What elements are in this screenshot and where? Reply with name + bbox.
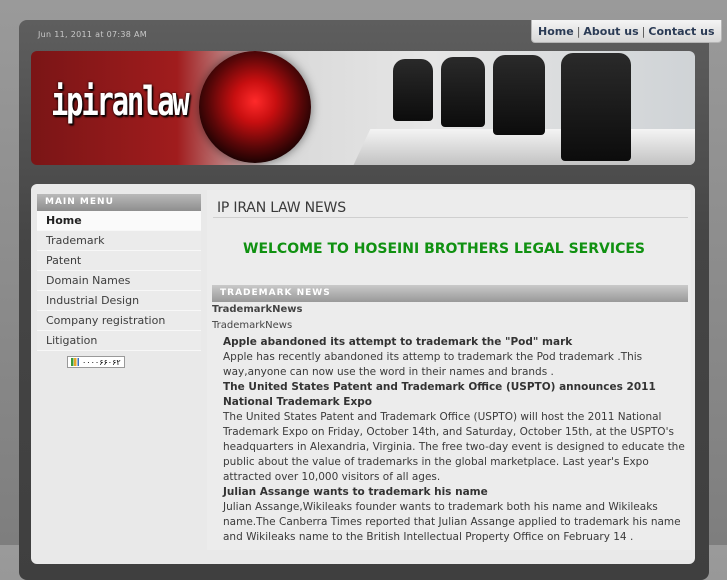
bar-chart-icon	[71, 358, 79, 366]
menu-item-litigation[interactable]: Litigation	[37, 331, 201, 351]
menu-item-home[interactable]: Home	[37, 211, 201, 231]
banner-chair-graphic	[441, 57, 485, 127]
trademark-news-header: TRADEMARK NEWS	[212, 285, 688, 302]
nav-about-link[interactable]: About us	[583, 25, 638, 38]
banner-chair-graphic	[493, 55, 545, 135]
menu-item-patent[interactable]: Patent	[37, 251, 201, 271]
nav-home-link[interactable]: Home	[538, 25, 574, 38]
menu-item-trademark[interactable]: Trademark	[37, 231, 201, 251]
news-source-label[interactable]: TrademarkNews	[212, 304, 302, 315]
main-menu-title: MAIN MENU	[37, 194, 201, 211]
article-body: The United States Patent and Trademark O…	[223, 411, 685, 483]
visitor-count: ۰۰۰۰۶۶۰۶۲	[82, 357, 121, 367]
banner-chair-graphic	[561, 53, 631, 161]
welcome-heading: WELCOME TO HOSEINI BROTHERS LEGAL SERVIC…	[243, 241, 645, 257]
article-heading[interactable]: The United States Patent and Trademark O…	[223, 380, 686, 410]
page-title: IP IRAN LAW NEWS	[217, 200, 346, 216]
date-text: Jun 11, 2011 at 07:38 AM	[38, 30, 147, 39]
main-menu: MAIN MENU Home Trademark Patent Domain N…	[37, 194, 201, 370]
news-list: Apple abandoned its attempt to trademark…	[223, 335, 686, 545]
article-heading[interactable]: Julian Assange wants to trademark his na…	[223, 485, 686, 500]
menu-item-company-registration[interactable]: Company registration	[37, 311, 201, 331]
article-heading[interactable]: Apple abandoned its attempt to trademark…	[223, 335, 686, 350]
globe-graphic	[199, 51, 311, 163]
top-nav: Home | About us | Contact us	[531, 20, 722, 43]
visitor-counter: ۰۰۰۰۶۶۰۶۲	[67, 356, 125, 368]
nav-contact-link[interactable]: Contact us	[648, 25, 714, 38]
header-banner: ipiranlaw	[31, 51, 695, 165]
banner-chair-graphic	[393, 59, 433, 121]
site-logo[interactable]: ipiranlaw	[51, 79, 190, 125]
title-divider	[213, 217, 688, 218]
menu-item-domain-names[interactable]: Domain Names	[37, 271, 201, 291]
article-body: Apple has recently abandoned its attemp …	[223, 351, 643, 378]
article-body: Julian Assange,Wikileaks founder wants t…	[223, 501, 681, 543]
menu-item-industrial-design[interactable]: Industrial Design	[37, 291, 201, 311]
news-source-label: TrademarkNews	[212, 320, 293, 331]
nav-separator: |	[641, 24, 646, 38]
nav-separator: |	[576, 24, 581, 38]
